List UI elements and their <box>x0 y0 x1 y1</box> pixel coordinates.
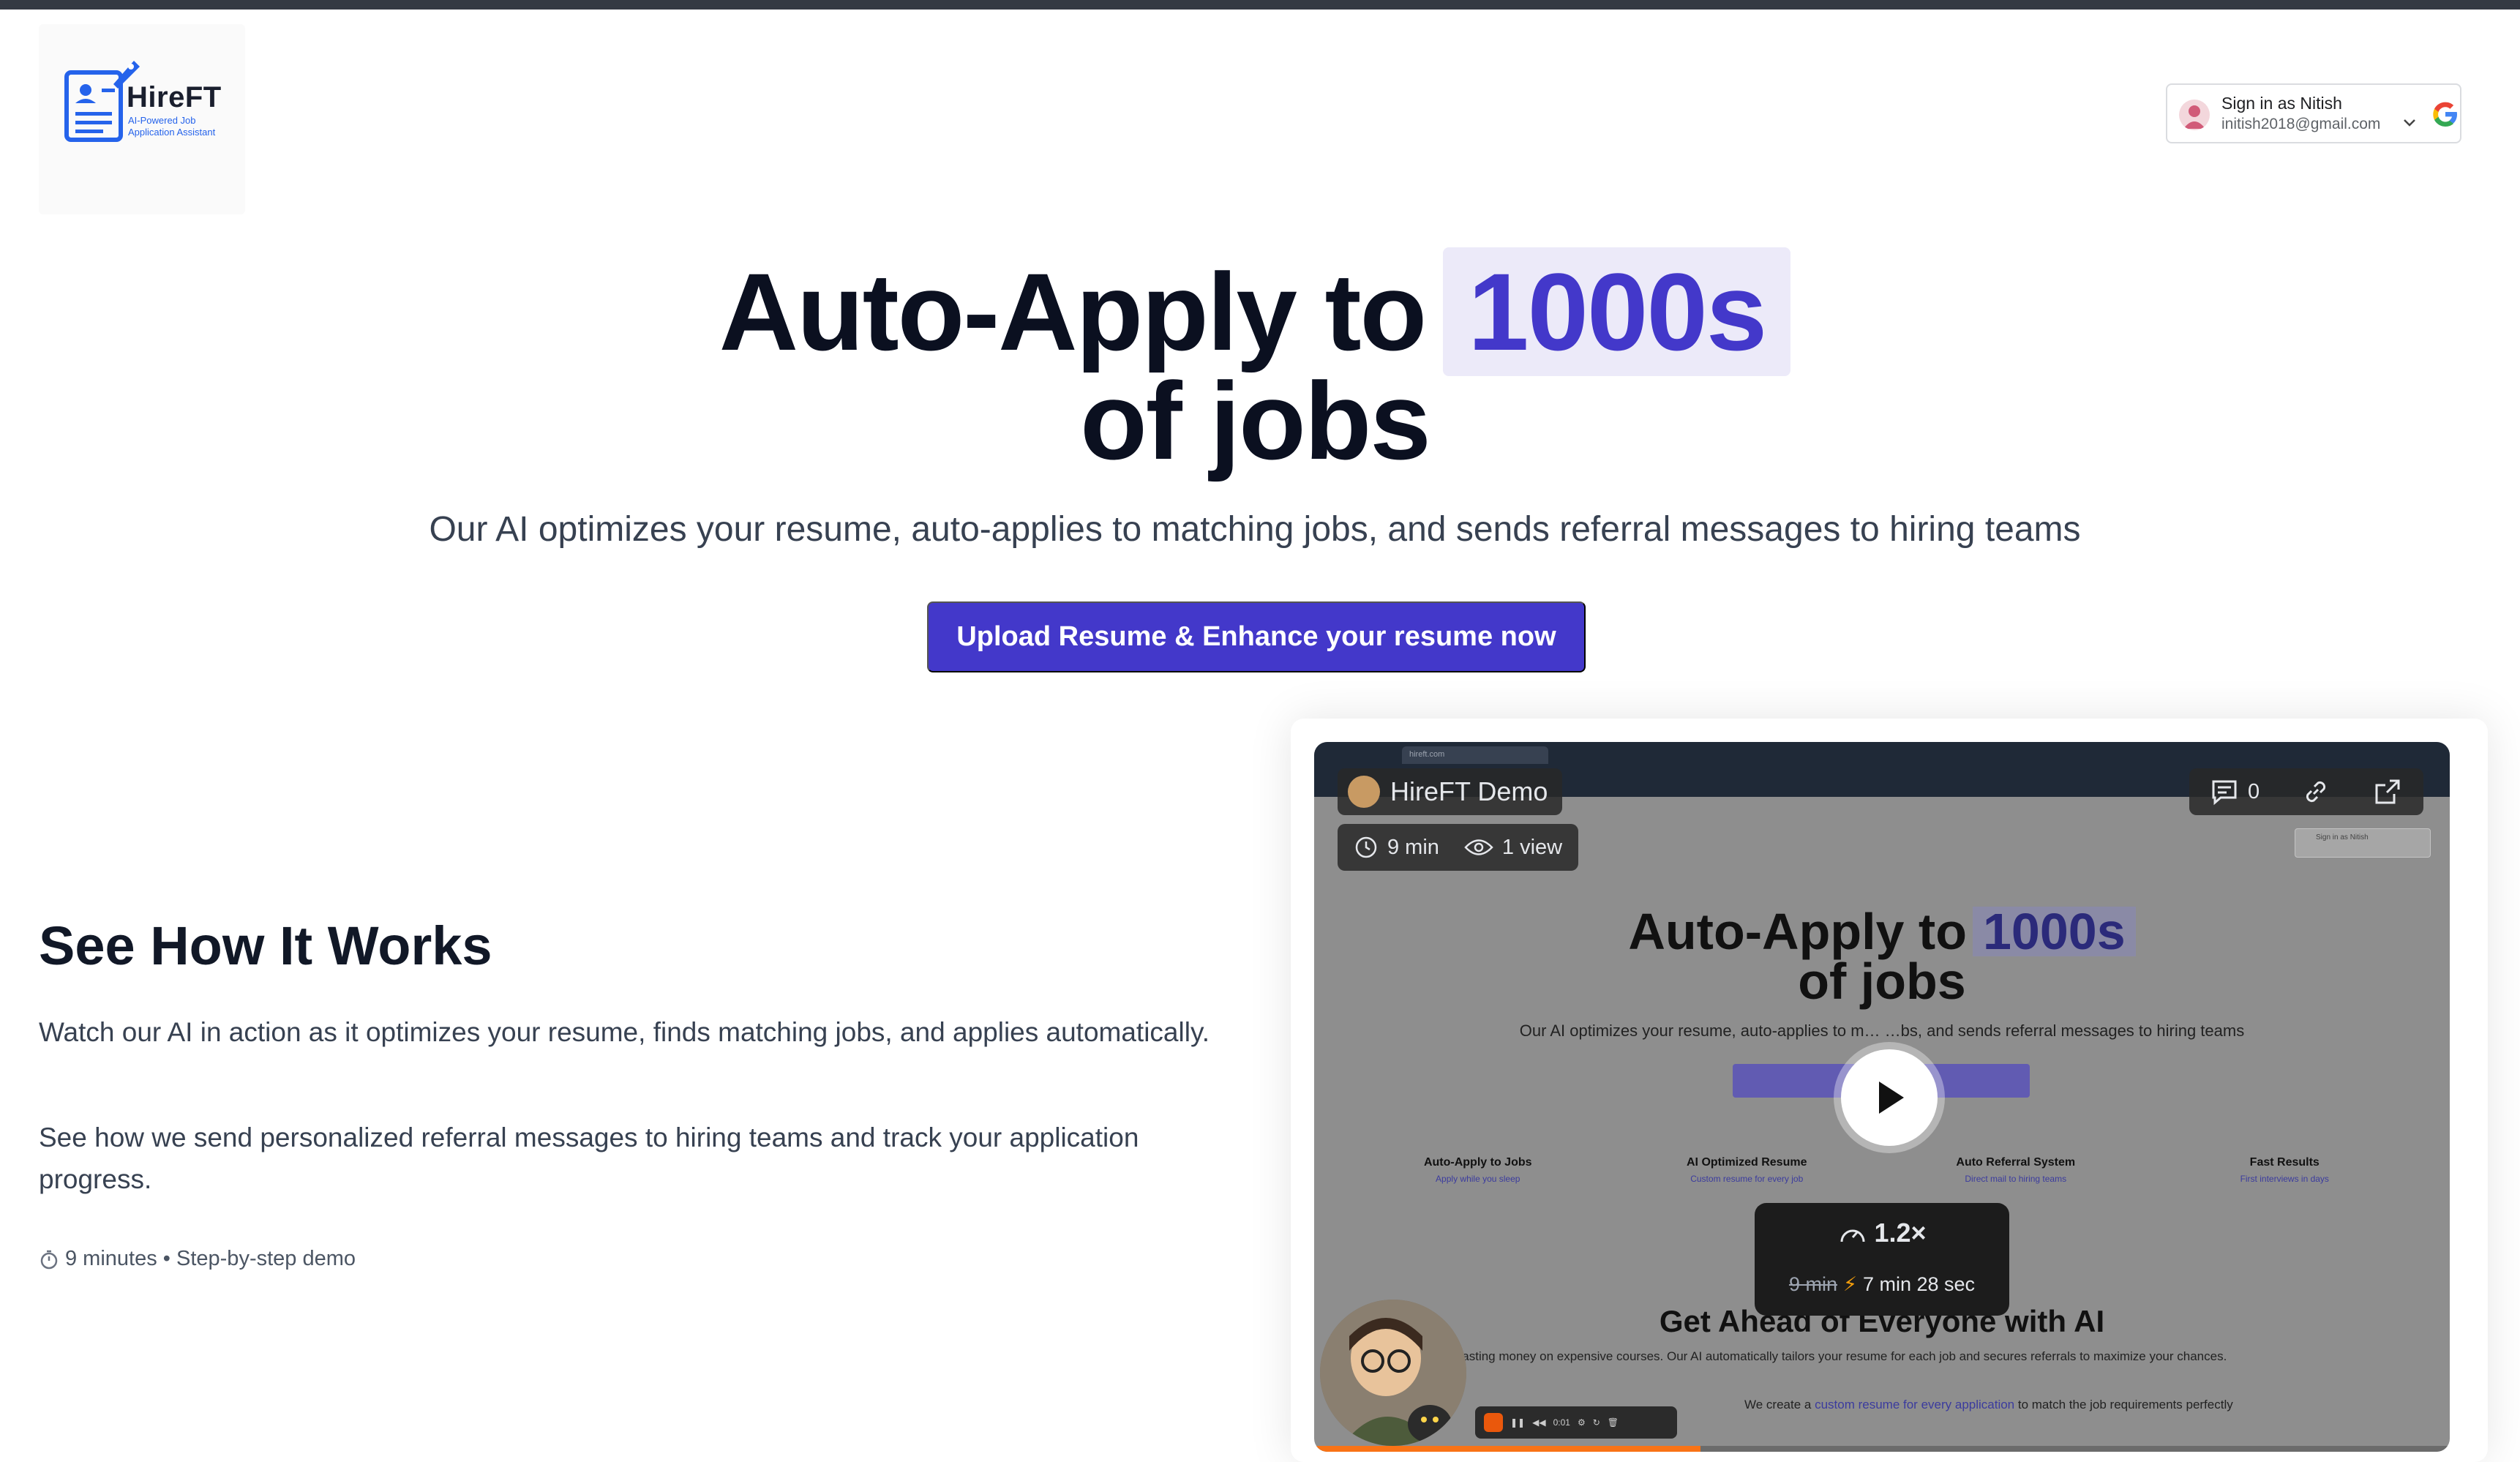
feature-title: Fast Results <box>2249 1156 2320 1169</box>
playback-speed-card[interactable]: 1.2× 9 min ⚡ 7 min 28 sec <box>1755 1203 2009 1316</box>
brand-tagline: AI-Powered Job Application Assistant <box>128 115 216 138</box>
note-suffix: to match the job requirements perfectly <box>2017 1398 2233 1412</box>
rewind-icon[interactable]: ◀◀ <box>1532 1417 1545 1428</box>
webcam-bubble <box>1320 1300 1466 1446</box>
link-icon[interactable] <box>2300 776 2331 807</box>
demo-video-player[interactable]: hireft.com Sign in as Nitish Auto-Apply … <box>1314 742 2450 1452</box>
feature-sub: Custom resume for every job <box>1690 1174 1804 1184</box>
recorded-feature: Auto-Apply to Jobs Apply while you sleep <box>1343 1130 1613 1184</box>
recording-controls[interactable]: ❚❚ ◀◀ 0:01 ⚙ ↻ 🗑 <box>1475 1406 1677 1439</box>
recording-time: 0:01 <box>1553 1417 1570 1428</box>
recorded-title-part2: of jobs <box>1798 953 1966 1010</box>
section-title: See How It Works <box>39 915 492 976</box>
feature-title: Auto Referral System <box>1956 1156 2076 1169</box>
speed-value: 1.2× <box>1874 1218 1927 1248</box>
sped-time: 7 min 28 sec <box>1862 1273 1976 1295</box>
hero-title-highlight: 1000s <box>1443 247 1791 376</box>
brand-logo[interactable]: HireFT AI-Powered Job Application Assist… <box>39 24 245 214</box>
recorded-section-sub: wasting money on expensive courses. Our … <box>1453 1349 2227 1363</box>
video-duration: 9 min <box>1387 835 1439 859</box>
video-title: HireFT Demo <box>1390 776 1548 806</box>
pause-icon[interactable]: ❚❚ <box>1510 1417 1525 1428</box>
recorded-signin: Sign in as Nitish <box>2295 828 2431 858</box>
hero-title-part2: of jobs <box>1080 359 1431 482</box>
playback-times: 9 min ⚡ 7 min 28 sec <box>1755 1273 2009 1296</box>
lightning-icon: ⚡ <box>1842 1273 1857 1295</box>
recorded-feature: Fast Results First interviews in days <box>2150 1130 2420 1184</box>
window-top-bar <box>0 0 2520 10</box>
restart-icon[interactable]: ↻ <box>1593 1417 1600 1428</box>
video-meta-pill: 9 min 1 view <box>1338 824 1579 871</box>
recorded-title-highlight: 1000s <box>1973 906 2136 957</box>
stopwatch-icon <box>40 1250 58 1269</box>
video-progress-fill <box>1314 1446 1700 1452</box>
speed-gauge-icon <box>1840 1230 1865 1242</box>
signin-email: initish2018@gmail.com <box>2221 116 2381 132</box>
recorded-note: We create a custom resume for every appl… <box>1744 1398 2233 1412</box>
section-paragraph-2: See how we send personalized referral me… <box>39 1122 1139 1194</box>
comments-button[interactable]: 0 <box>2210 777 2260 806</box>
hero-subtitle: Our AI optimizes your resume, auto-appli… <box>429 510 2081 549</box>
playback-rate: 1.2× <box>1755 1218 2009 1248</box>
feature-title: Auto-Apply to Jobs <box>1423 1156 1532 1169</box>
chevron-down-icon <box>2404 119 2415 127</box>
comment-count: 0 <box>2247 779 2260 803</box>
note-link: custom resume for every application <box>1815 1398 2015 1412</box>
clock-icon <box>1355 836 1377 858</box>
trash-icon[interactable]: 🗑 <box>1608 1417 1619 1428</box>
feature-sub: Direct mail to hiring teams <box>1965 1174 2067 1184</box>
note-prefix: We create a <box>1744 1398 1812 1412</box>
video-title-pill[interactable]: HireFT Demo <box>1338 768 1563 815</box>
video-actions: 0 <box>2189 768 2423 815</box>
video-views: 1 view <box>1501 835 1563 859</box>
recorded-tab: hireft.com <box>1402 746 1548 764</box>
play-button[interactable] <box>1834 1042 1945 1153</box>
feature-title: AI Optimized Resume <box>1687 1156 1807 1169</box>
creator-avatar <box>1348 776 1380 808</box>
play-icon <box>1879 1081 1904 1114</box>
recorded-feature: AI Optimized Resume Custom resume for eve… <box>1613 1130 1882 1184</box>
demo-meta-text: 9 minutes • Step-by-step demo <box>65 1247 356 1270</box>
presenter-avatar <box>1320 1300 1466 1446</box>
feature-sub: First interviews in days <box>2240 1174 2329 1184</box>
google-signin-button[interactable]: Sign in as Nitish initish2018@gmail.com <box>2166 83 2461 143</box>
hero-title: Auto-Apply to 1000s of jobs <box>0 247 2510 476</box>
recorded-subtitle: Our AI optimizes your resume, auto-appli… <box>1519 1021 2245 1040</box>
original-time: 9 min <box>1788 1273 1837 1295</box>
feature-sub: Apply while you sleep <box>1436 1174 1520 1184</box>
recorded-title-part1: Auto-Apply to <box>1628 903 1967 960</box>
video-progress-bar[interactable] <box>1314 1446 2450 1452</box>
signin-name: Sign in as Nitish <box>2221 94 2342 113</box>
brand-name: HireFT <box>127 81 222 113</box>
upload-resume-button[interactable]: Upload Resume & Enhance your resume now <box>927 601 1586 672</box>
demo-meta: 9 minutes • Step-by-step demo <box>39 1247 356 1271</box>
avatar <box>2179 100 2210 130</box>
open-external-icon[interactable] <box>2372 776 2403 807</box>
comment-icon <box>2212 780 2237 806</box>
eye-icon <box>1464 839 1493 855</box>
recorded-hero-title: Auto-Apply to 1000s of jobs <box>1314 906 2450 1007</box>
google-icon <box>2433 102 2457 127</box>
stop-recording-button[interactable] <box>1484 1413 1503 1432</box>
section-paragraph-1: Watch our AI in action as it optimizes y… <box>39 1017 1210 1047</box>
hero-title-part1: Auto-Apply to <box>719 250 1427 373</box>
settings-icon[interactable]: ⚙ <box>1578 1417 1586 1428</box>
